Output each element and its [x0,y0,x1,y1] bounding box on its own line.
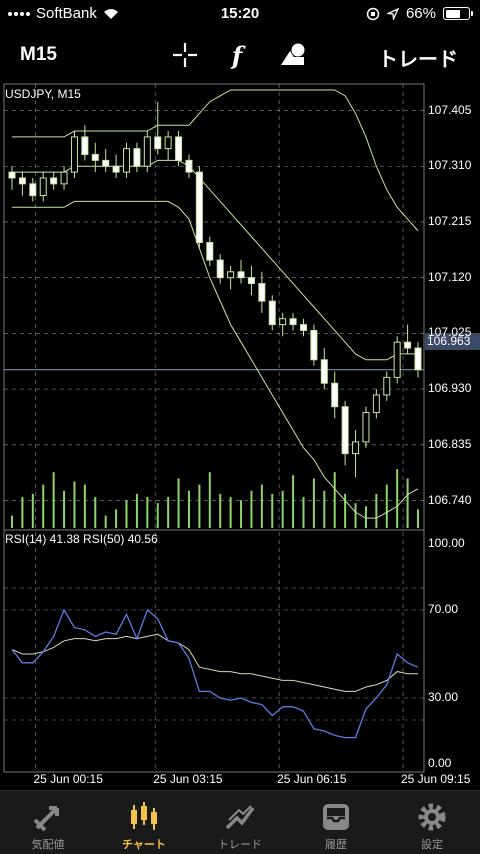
rsi14-line [11,608,419,739]
rsi-axis-label: 100.00 [428,536,465,550]
bollinger-mid-band [12,159,418,361]
status-bar: SoftBank 15:20 66% [0,0,480,28]
time-axis-label: 25 Jun 09:15 [401,772,471,786]
price-axis-label: 106.740 [428,492,472,507]
candle-body [289,318,297,326]
time-axis-label: 25 Jun 00:15 [33,772,103,786]
tab-label: チャート [122,839,166,851]
chart-toolbar: M15 f トレード [0,30,480,80]
timeframe-button[interactable]: M15 [20,44,57,66]
candle-body [70,136,78,173]
rsi-label: RSI(14) 41.38 RSI(50) 40.56 [5,532,158,546]
candle-body [60,171,68,185]
candle-body [404,341,412,349]
candle-body [91,154,99,161]
tab-label: 履歴 [325,839,347,851]
price-axis-label: 107.120 [428,269,472,284]
candle-body [237,271,245,279]
candle-body [8,171,16,179]
candle-body [320,359,328,384]
candle-body [123,148,131,173]
price-chart[interactable]: USDJPY, M15 RSI(14) 41.38 RSI(50) 40.56 … [0,82,480,790]
tab-history[interactable]: 履歴 [288,791,384,854]
price-axis-label: 107.025 [428,325,472,340]
tab-quotes[interactable]: 気配値 [0,791,96,854]
tab-bar: 気配値 チャート トレード 履歴 設定 [0,790,480,854]
price-axis-label: 107.215 [428,213,472,228]
settings-icon [414,799,450,835]
quotes-icon [30,799,66,835]
tab-trade[interactable]: トレード [192,791,288,854]
chart-frame [3,83,425,773]
time-axis-label: 25 Jun 03:15 [153,772,223,786]
candle-body [393,341,401,378]
candle-body [175,136,183,161]
price-axis-label: 106.835 [428,436,472,451]
tab-label: 設定 [421,839,443,851]
candle-body [341,406,349,455]
candle-body [227,271,235,279]
candle-body [112,165,120,173]
candle-body [258,283,266,302]
trade-button[interactable]: トレード [378,43,458,72]
battery-icon [443,7,473,20]
candle-body [310,329,318,361]
candle-body [362,412,370,443]
candle-body [195,171,203,243]
bollinger-lower-band [12,200,419,519]
candle-body [247,277,255,285]
candle-body [216,259,224,279]
tab-label: トレード [218,839,262,851]
candle-body [279,318,287,326]
candle-body [102,159,110,167]
location-icon [386,7,399,20]
candle-body [81,136,89,156]
tab-settings[interactable]: 設定 [384,791,480,854]
chart-canvas[interactable] [0,82,480,790]
candle-body [206,241,214,261]
candle-body [154,136,162,150]
candle-body [185,159,193,173]
chart-icon [126,799,162,835]
time-axis-label: 25 Jun 06:15 [277,772,347,786]
rsi-axis-label: 70.00 [428,602,459,616]
price-axis-label: 107.405 [428,102,472,117]
tab-label: 気配値 [31,839,65,851]
candle-body [164,136,172,150]
history-icon [318,799,354,835]
rsi-axis-label: 30.00 [428,690,459,704]
candle-body [331,382,339,408]
rsi50-line [11,633,418,692]
candle-body [268,300,276,326]
candle-body [299,324,307,331]
candle-body [383,376,391,396]
orientation-lock-icon [366,7,380,20]
candle-body [39,177,47,197]
shapes-icon[interactable] [278,40,308,70]
trade-icon [222,799,258,835]
candle-body [372,394,380,414]
indicators-button[interactable]: f [222,40,252,70]
candle-body [50,177,58,185]
candle-body [414,347,422,371]
battery-percent: 66% [405,5,436,22]
tab-chart[interactable]: チャート [96,791,192,854]
candle-body [133,148,141,167]
price-axis-label: 106.930 [428,381,472,396]
rsi-axis-label: 0.00 [428,756,452,770]
symbol-label: USDJPY, M15 [5,87,81,101]
candle-body [18,177,26,185]
candle-body [29,183,37,197]
candle-body [143,136,151,167]
crosshair-icon[interactable] [170,40,200,70]
price-axis-label: 107.310 [428,158,472,173]
candle-body [352,441,360,455]
